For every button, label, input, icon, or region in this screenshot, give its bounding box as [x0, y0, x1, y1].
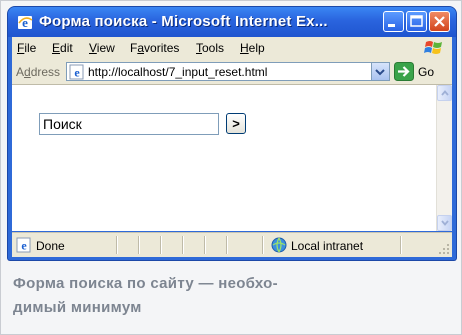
address-bar: Address e http://localhost/7_input_reset…: [12, 59, 452, 85]
search-input[interactable]: [39, 113, 219, 135]
menu-tools[interactable]: Tools: [196, 41, 224, 55]
scroll-up-button[interactable]: [437, 85, 452, 101]
title-bar[interactable]: e Форма поиска - Microsoft Internet Ex..…: [8, 7, 456, 37]
chevron-down-icon: [375, 69, 385, 76]
status-divider: [138, 236, 139, 254]
windows-flag-icon: [424, 41, 442, 54]
address-url: http://localhost/7_input_reset.html: [88, 65, 268, 79]
figure-caption: Форма поиска по сайту — необхо- димый ми…: [13, 272, 443, 320]
menu-help[interactable]: Help: [240, 41, 265, 55]
status-divider: [204, 236, 205, 254]
caption-line: димый минимум: [13, 299, 142, 316]
minimize-icon: [388, 24, 395, 27]
close-icon: [434, 16, 445, 27]
status-divider: [160, 236, 161, 254]
status-divider: [182, 236, 183, 254]
svg-text:e: e: [74, 66, 80, 80]
ie-page-icon: e: [16, 237, 31, 253]
chevron-down-icon: [441, 220, 449, 226]
caption-line: Форма поиска по сайту — необхо-: [13, 275, 278, 292]
address-dropdown-button[interactable]: [371, 63, 389, 80]
scroll-down-button[interactable]: [437, 215, 452, 231]
address-input[interactable]: e http://localhost/7_input_reset.html: [66, 62, 390, 81]
status-text: Done: [36, 239, 65, 253]
vertical-scrollbar[interactable]: [436, 85, 452, 231]
window-title: Форма поиска - Microsoft Internet Ex...: [39, 13, 328, 30]
status-divider: [400, 236, 401, 254]
menu-view[interactable]: View: [89, 41, 115, 55]
search-submit-button[interactable]: >: [226, 113, 246, 134]
go-arrow-icon[interactable]: [394, 62, 414, 81]
status-divider: [226, 236, 227, 254]
status-bar: e Done Local intranet: [12, 232, 452, 257]
security-zone-label: Local intranet: [291, 239, 364, 253]
resize-grip-icon[interactable]: [438, 243, 450, 255]
status-divider: [262, 236, 263, 254]
maximize-button[interactable]: [406, 11, 427, 32]
maximize-icon: [410, 15, 423, 27]
intranet-zone-icon: [271, 237, 287, 253]
chevron-up-icon: [441, 90, 449, 96]
menu-bar: File Edit View Favorites Tools Help: [12, 37, 452, 60]
svg-text:e: e: [21, 239, 27, 253]
illustration-frame: e Форма поиска - Microsoft Internet Ex..…: [0, 0, 462, 335]
menu-edit[interactable]: Edit: [52, 41, 73, 55]
svg-text:e: e: [22, 15, 28, 30]
browser-window: e Форма поиска - Microsoft Internet Ex..…: [8, 7, 456, 260]
menu-favorites[interactable]: Favorites: [130, 41, 179, 55]
ie-icon: e: [18, 15, 33, 30]
minimize-button[interactable]: [383, 11, 404, 32]
go-button-label[interactable]: Go: [418, 65, 434, 79]
address-label: Address: [16, 65, 61, 79]
page-content: >: [12, 85, 452, 231]
status-divider: [116, 236, 117, 254]
ie-page-icon: e: [69, 64, 84, 80]
close-button[interactable]: [429, 11, 450, 32]
menu-file[interactable]: File: [17, 41, 36, 55]
